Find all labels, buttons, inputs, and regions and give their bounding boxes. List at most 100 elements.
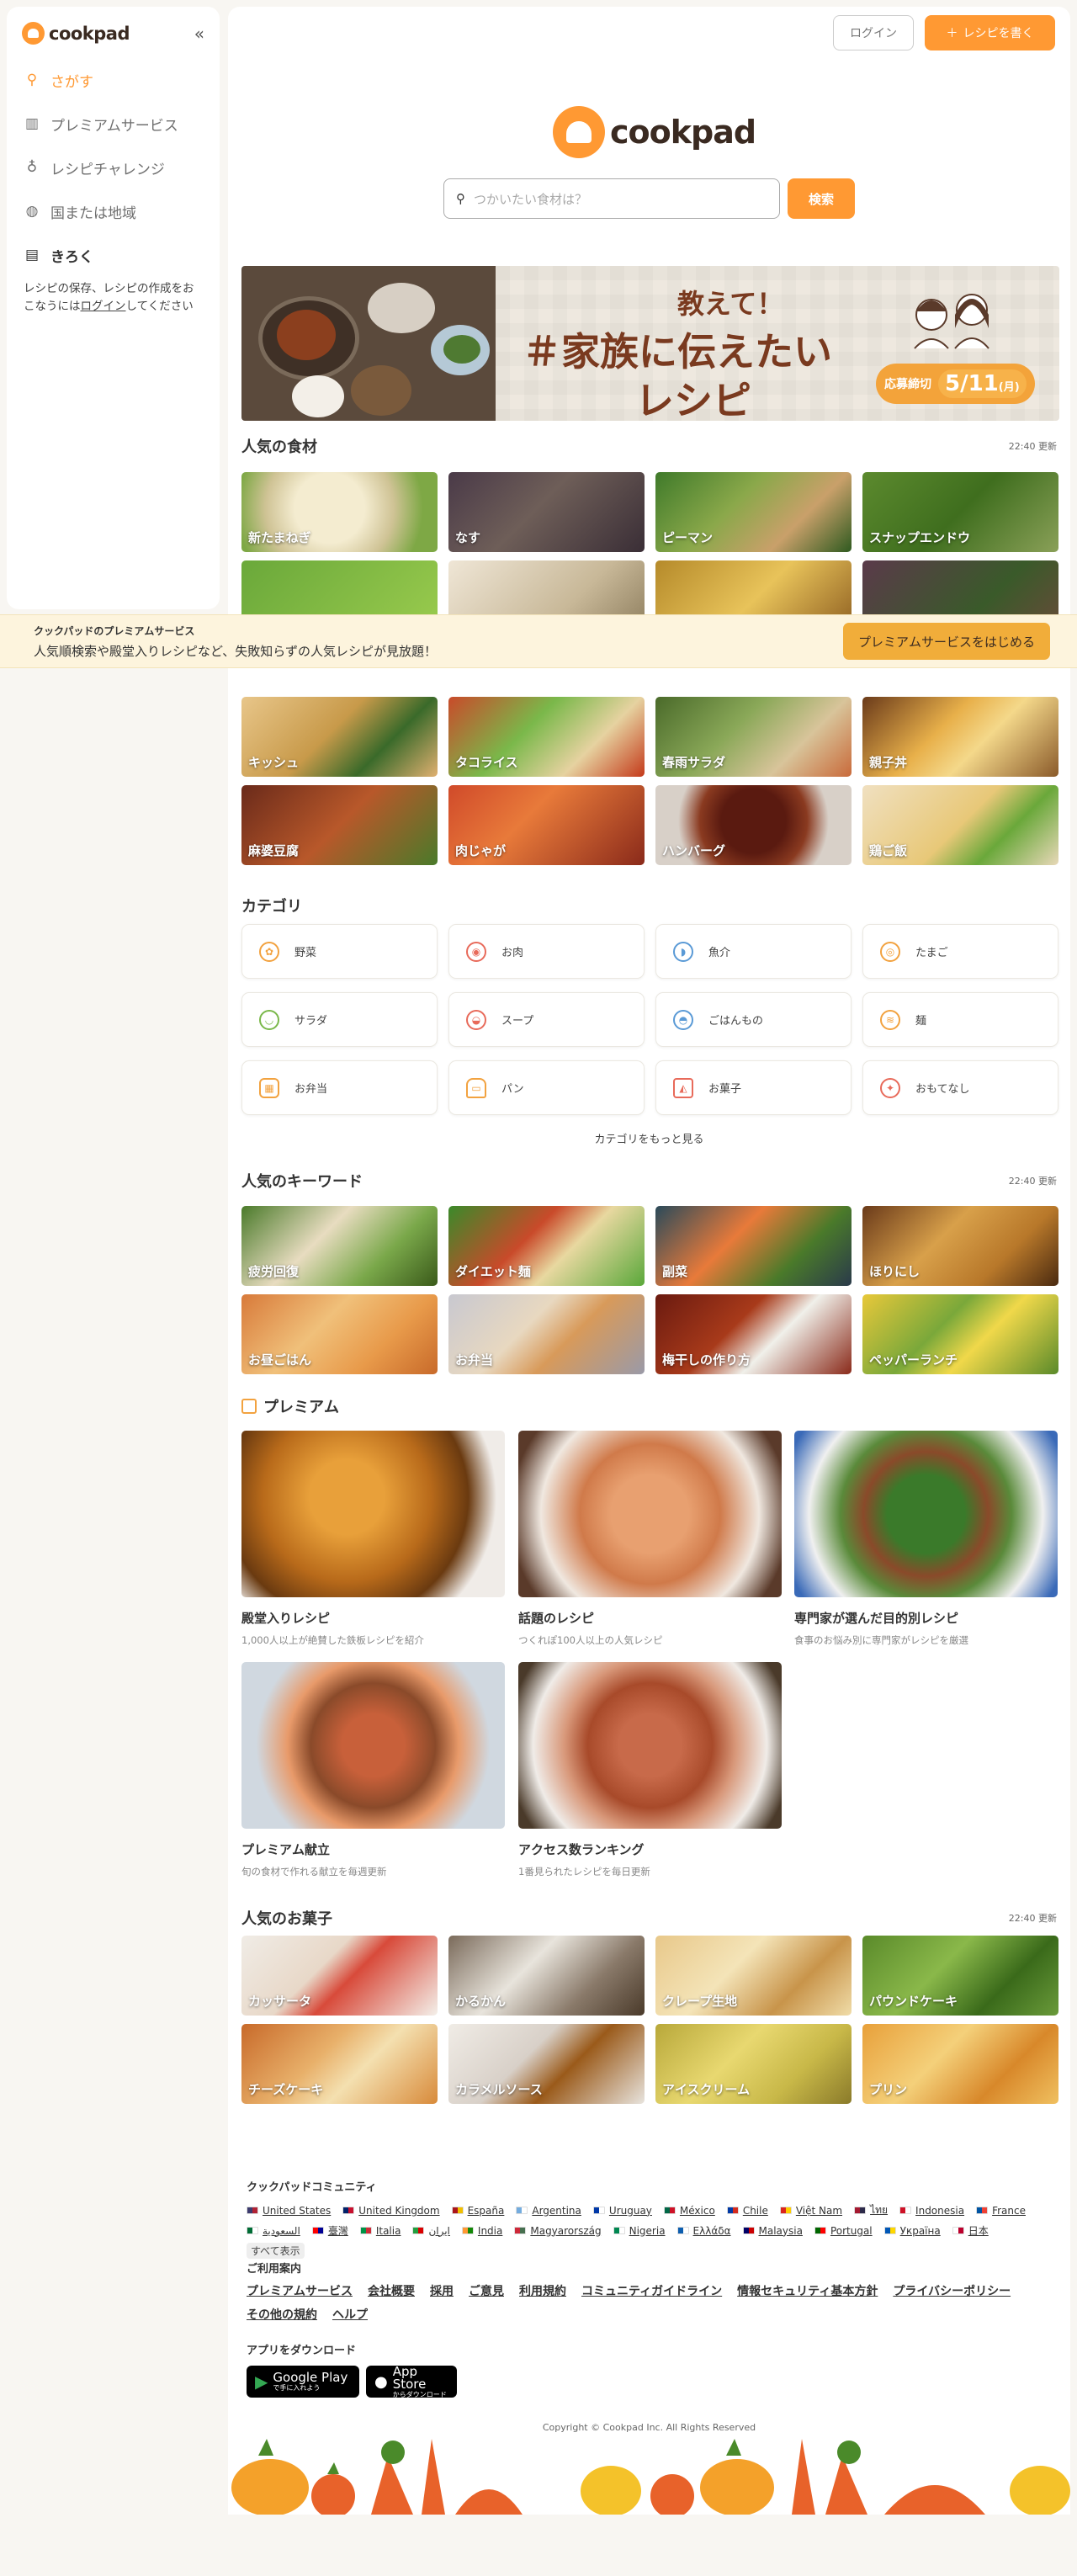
keyword-tile[interactable]: お弁当 (448, 1294, 645, 1374)
country-link[interactable]: Việt Nam (779, 2202, 842, 2218)
category-salad[interactable]: ◡ サラダ (241, 992, 438, 1047)
app-download-section: アプリをダウンロード ▶ Google Play で手に入れよう ● App St… (247, 2341, 457, 2398)
keyword-tile[interactable]: ほりにし (862, 1206, 1058, 1286)
premium-card[interactable]: プレミアム献立 旬の食材で作れる献立を毎週更新 (241, 1662, 505, 1878)
premium-card[interactable]: 殿堂入りレシピ 1,000人以上が絶賛した鉄板レシピを紹介 (241, 1431, 505, 1647)
footer-link[interactable]: プレミアムサービス (247, 2282, 353, 2299)
country-link[interactable]: السعودية (247, 2223, 300, 2238)
country-link[interactable]: Italia (359, 2223, 401, 2238)
google-play-button[interactable]: ▶ Google Play で手に入れよう (247, 2366, 359, 2398)
country-link[interactable]: Portugal (814, 2223, 873, 2238)
collapse-sidebar-icon[interactable]: « (194, 24, 204, 44)
country-link[interactable]: United Kingdom (342, 2202, 440, 2218)
footer-link[interactable]: 会社概要 (368, 2282, 415, 2299)
footer-link[interactable]: その他の規約 (247, 2306, 317, 2323)
sidebar-item-region[interactable]: ◍ 国または地域 (7, 189, 220, 233)
keyword-tile[interactable]: ペッパーランチ (862, 1294, 1058, 1374)
write-recipe-button[interactable]: ＋ レシピを書く (925, 15, 1055, 50)
country-link[interactable]: ไทย (854, 2202, 888, 2218)
country-link[interactable]: Malaysia (742, 2223, 803, 2238)
keyword-tile[interactable]: 副菜 (655, 1206, 852, 1286)
search-input[interactable]: ⚲ つかいたい食材は？ (443, 178, 780, 219)
dish-tile[interactable]: ハンバーグ (655, 785, 852, 865)
country-link[interactable]: Uruguay (592, 2202, 652, 2218)
sweet-tile[interactable]: アイスクリーム (655, 2024, 852, 2104)
footer-link[interactable]: 情報セキュリティ基本方針 (737, 2282, 878, 2299)
category-egg[interactable]: ◎ たまご (862, 924, 1058, 979)
premium-card-subtitle: 1番見られたレシピを毎日更新 (518, 1866, 650, 1878)
category-bread[interactable]: ▭ パン (448, 1060, 645, 1115)
sweet-tile[interactable]: チーズケーキ (241, 2024, 438, 2104)
sidebar-item-challenge[interactable]: ♁ レシピチャレンジ (7, 146, 220, 189)
country-link[interactable]: United States (247, 2202, 331, 2218)
country-link[interactable]: Magyarország (514, 2223, 602, 2238)
more-categories-link[interactable]: カテゴリをもっと見る (228, 1130, 1070, 1146)
keyword-tile[interactable]: 梅干しの作り方 (655, 1294, 852, 1374)
keyword-tile[interactable]: ダイエット麺 (448, 1206, 645, 1286)
login-link[interactable]: ログイン (81, 300, 126, 313)
country-link[interactable]: Ελλάδα (676, 2223, 731, 2238)
footer-link[interactable]: 採用 (430, 2282, 454, 2299)
sidebar-item-premium[interactable]: ▥ プレミアムサービス (7, 102, 220, 146)
country-link[interactable]: 臺灣 (311, 2223, 348, 2238)
dish-tile[interactable]: 親子丼 (862, 697, 1058, 777)
country-link[interactable]: Indonesia (899, 2202, 964, 2218)
category-vegetable[interactable]: ✿ 野菜 (241, 924, 438, 979)
footer-link[interactable]: コミュニティガイドライン (581, 2282, 722, 2299)
keyword-tile[interactable]: 疲労回復 (241, 1206, 438, 1286)
sweet-tile[interactable]: カラメルソース (448, 2024, 645, 2104)
dish-tile[interactable]: 麻婆豆腐 (241, 785, 438, 865)
premium-card[interactable]: アクセス数ランキング 1番見られたレシピを毎日更新 (518, 1662, 782, 1878)
sweet-tile[interactable]: クレープ生地 (655, 1936, 852, 2016)
country-link[interactable]: España (451, 2202, 504, 2218)
ingredient-tile[interactable]: ピーマン (655, 472, 852, 552)
sweet-tile[interactable]: かるかん (448, 1936, 645, 2016)
country-link[interactable]: Україна (883, 2223, 941, 2238)
dish-tile[interactable]: キッシュ (241, 697, 438, 777)
app-store-button[interactable]: ● App Store からダウンロード (366, 2365, 457, 2398)
footer-link[interactable]: プライバシーポリシー (893, 2282, 1011, 2299)
premium-card[interactable]: 話題のレシピ つくれぽ100人以上の人気レシピ (518, 1431, 782, 1647)
country-link[interactable]: 日本 (952, 2223, 989, 2238)
country-link[interactable]: Nigeria (613, 2223, 666, 2238)
show-all-countries-button[interactable]: すべて表示 (247, 2243, 305, 2259)
campaign-banner[interactable]: 教えて！ ＃家族に伝えたい レシピ 応募締切 5/11(月) (241, 266, 1059, 421)
category-sweets[interactable]: ◭ お菓子 (655, 1060, 852, 1115)
keyword-tile[interactable]: お昼ごはん (241, 1294, 438, 1374)
start-premium-button[interactable]: プレミアムサービスをはじめる (843, 623, 1050, 660)
dish-tile[interactable]: タコライス (448, 697, 645, 777)
sidebar-item-search[interactable]: ⚲ さがす (7, 58, 220, 102)
sweet-tile[interactable]: プリン (862, 2024, 1058, 2104)
search-button[interactable]: 検索 (788, 178, 855, 219)
footer-link[interactable]: 利用規約 (519, 2282, 566, 2299)
category-meat[interactable]: ◉ お肉 (448, 924, 645, 979)
ingredient-tile[interactable]: 新たまねぎ (241, 472, 438, 552)
category-hospitality[interactable]: ✦ おもてなし (862, 1060, 1058, 1115)
dish-tile[interactable]: 鶏ご飯 (862, 785, 1058, 865)
category-noodles[interactable]: ≋ 麺 (862, 992, 1058, 1047)
country-link[interactable]: ایران (412, 2223, 450, 2238)
country-link[interactable]: France (976, 2202, 1026, 2218)
country-link[interactable]: Argentina (516, 2202, 581, 2218)
category-rice[interactable]: ◓ ごはんもの (655, 992, 852, 1047)
footer-link[interactable]: ヘルプ (332, 2306, 368, 2323)
category-soup[interactable]: ◒ スープ (448, 992, 645, 1047)
sweet-tile[interactable]: パウンドケーキ (862, 1936, 1058, 2016)
dish-tile[interactable]: 春雨サラダ (655, 697, 852, 777)
login-button[interactable]: ログイン (833, 15, 914, 50)
ingredient-tile[interactable]: スナップエンドウ (862, 472, 1058, 552)
ingredient-tile[interactable]: なす (448, 472, 645, 552)
country-link[interactable]: Chile (726, 2202, 768, 2218)
category-seafood[interactable]: ◗ 魚介 (655, 924, 852, 979)
country-name: ایران (428, 2224, 450, 2237)
footer-link[interactable]: ご意見 (469, 2282, 504, 2299)
dish-tile[interactable]: 肉じゃが (448, 785, 645, 865)
country-link[interactable]: México (663, 2202, 715, 2218)
category-bento[interactable]: ▦ お弁当 (241, 1060, 438, 1115)
sweet-tile[interactable]: カッサータ (241, 1936, 438, 2016)
premium-card[interactable]: 専門家が選んだ目的別レシピ 食事のお悩み別に専門家がレシピを厳選 (794, 1431, 1058, 1647)
country-link[interactable]: India (461, 2223, 502, 2238)
premium-promo-title: クックパッドのプレミアムサービス (34, 625, 195, 637)
sidebar-logo[interactable]: cookpad (22, 22, 130, 45)
sidebar-item-records[interactable]: ▤ きろく (7, 233, 220, 277)
